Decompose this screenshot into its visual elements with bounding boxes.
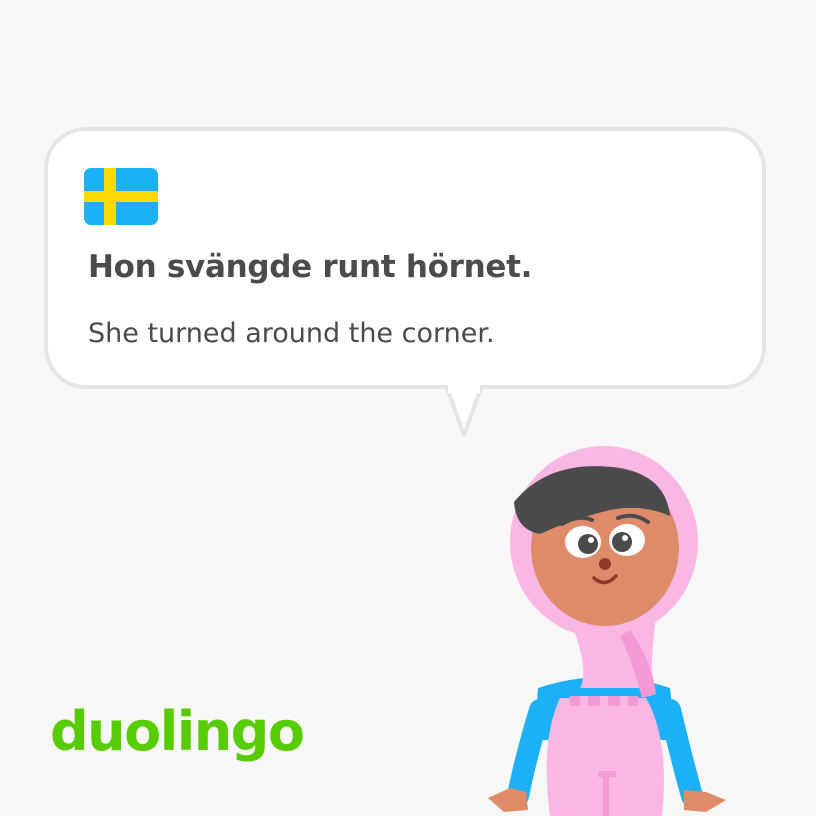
speech-bubble-tail bbox=[444, 385, 484, 437]
speech-bubble-card: Hon svängde runt hörnet. She turned arou… bbox=[44, 127, 766, 389]
english-translation: She turned around the corner. bbox=[88, 318, 495, 349]
swedish-sentence: Hon svängde runt hörnet. bbox=[88, 249, 533, 285]
sweden-flag-icon bbox=[84, 168, 158, 225]
hijab-woman-character-icon bbox=[488, 446, 726, 816]
duolingo-logo: duolingo bbox=[50, 700, 305, 763]
